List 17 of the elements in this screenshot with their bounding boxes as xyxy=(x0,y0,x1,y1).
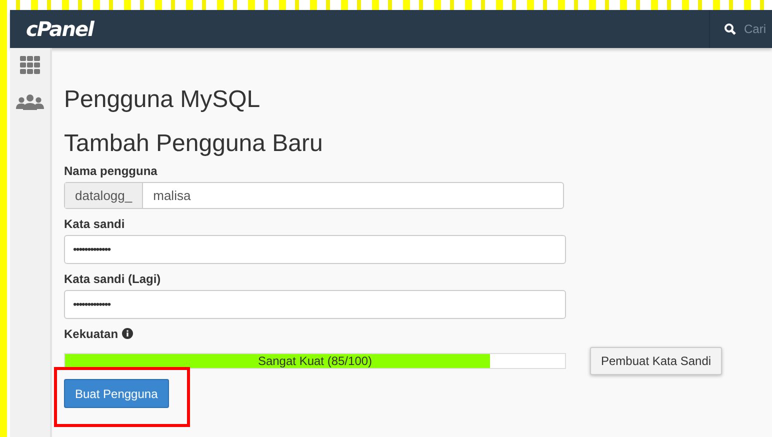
page-title: Pengguna MySQL xyxy=(64,86,262,115)
password-field[interactable]: ••••••••••••• xyxy=(64,290,566,319)
field-label: Nama pengguna xyxy=(64,164,158,178)
info-icon[interactable] xyxy=(122,328,134,339)
create-user-button[interactable]: Buat Pengguna xyxy=(64,379,169,408)
strength-label: Kekuatan xyxy=(64,327,118,341)
field-label: Kata sandi (Lagi) xyxy=(64,272,162,286)
field-label: Kata sandi xyxy=(64,217,126,231)
search-icon xyxy=(724,23,736,35)
logo[interactable]: cPanel xyxy=(26,17,709,41)
users-icon[interactable] xyxy=(16,94,44,110)
strength-reading: Sangat Kuat (85/100) xyxy=(256,354,374,368)
section-title: Tambah Pengguna Baru xyxy=(64,130,324,159)
grid-icon[interactable] xyxy=(20,56,40,74)
password-field[interactable]: ••••••••••••• xyxy=(64,235,566,264)
password-generator-button[interactable]: Pembuat Kata Sandi xyxy=(590,347,722,375)
username-field[interactable]: datalogg_ malisa xyxy=(64,182,564,209)
